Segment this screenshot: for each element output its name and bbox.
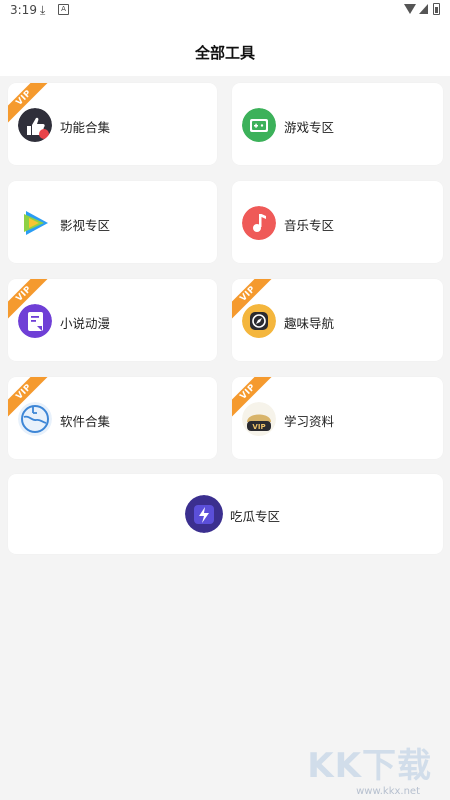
tool-card-software[interactable]: VIP 软件合集 bbox=[8, 377, 217, 459]
a-icon: A bbox=[58, 4, 69, 15]
tool-label: 游戏专区 bbox=[284, 120, 335, 135]
tool-label: 软件合集 bbox=[60, 414, 111, 429]
svg-text:VIP: VIP bbox=[252, 423, 265, 431]
status-bar: 3:19 ⤓ A bbox=[0, 0, 450, 22]
tool-label: 学习资料 bbox=[284, 414, 335, 429]
tool-card-navigation[interactable]: VIP 趣味导航 bbox=[232, 279, 443, 361]
watermark-url: www.kkx.net bbox=[356, 786, 420, 797]
header: 全部工具 bbox=[0, 22, 450, 76]
video-play-icon bbox=[18, 206, 52, 240]
tool-card-gossip[interactable]: 吃瓜专区 bbox=[8, 474, 443, 554]
tool-label: 吃瓜专区 bbox=[230, 509, 281, 524]
signal-icon bbox=[419, 4, 428, 14]
tool-label: 功能合集 bbox=[60, 120, 111, 135]
page-title: 全部工具 bbox=[194, 44, 255, 62]
tool-label: 小说动漫 bbox=[60, 316, 111, 331]
lightning-icon bbox=[185, 495, 223, 533]
download-icon: ⤓ bbox=[40, 3, 46, 17]
vip-badge: VIP bbox=[232, 377, 276, 421]
tool-card-games[interactable]: 游戏专区 bbox=[232, 83, 443, 165]
music-note-icon bbox=[242, 206, 276, 240]
tool-label: 趣味导航 bbox=[284, 316, 335, 331]
vip-badge: VIP bbox=[8, 377, 52, 421]
vip-badge: VIP bbox=[232, 279, 276, 323]
tool-card-novel[interactable]: VIP 小说动漫 bbox=[8, 279, 217, 361]
wifi-icon bbox=[404, 4, 416, 14]
vip-badge: VIP bbox=[8, 279, 52, 323]
watermark-logo: KK下载 bbox=[307, 746, 432, 786]
battery-icon bbox=[433, 3, 440, 15]
tool-card-study[interactable]: VIP VIP 学习资料 bbox=[232, 377, 443, 459]
game-controller-icon bbox=[242, 108, 276, 142]
tool-card-music[interactable]: 音乐专区 bbox=[232, 181, 443, 263]
vip-badge: VIP bbox=[8, 83, 52, 127]
status-time: 3:19 bbox=[10, 3, 37, 17]
tool-card-features[interactable]: VIP 功能合集 bbox=[8, 83, 217, 165]
tool-card-video[interactable]: 影视专区 bbox=[8, 181, 217, 263]
tool-label: 影视专区 bbox=[60, 218, 111, 233]
tool-label: 音乐专区 bbox=[284, 218, 335, 233]
